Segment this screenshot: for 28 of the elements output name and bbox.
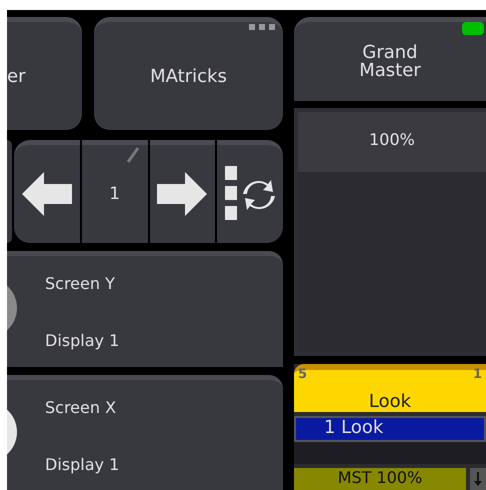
executor-number: 5 [298, 367, 308, 382]
list-refresh-icon [225, 166, 276, 222]
arrow-right-icon [157, 172, 208, 216]
page-number-button[interactable]: 1 [82, 140, 148, 244]
arrow-left-icon [22, 172, 72, 216]
encoder-panel[interactable]: Screen X Display 1 [7, 374, 283, 490]
loop-button[interactable] [217, 140, 283, 244]
view-button[interactable]: er [7, 17, 82, 130]
master-level: MST 100% [294, 468, 466, 490]
fader-value: 100% [369, 130, 415, 152]
page-number: 1 [472, 367, 482, 382]
pencil-icon [126, 145, 140, 163]
fader-panel[interactable]: 100% [294, 108, 486, 356]
grand-master-title: Grand Master [358, 44, 422, 80]
encoder-panel[interactable]: Screen Y Display 1 [7, 251, 283, 367]
encoder-name: Screen Y [45, 274, 116, 294]
down-button[interactable] [470, 468, 486, 490]
encoder-display: Display 1 [45, 331, 120, 350]
previous-page-button[interactable] [14, 140, 80, 244]
cue-row: 1 Look [294, 416, 486, 442]
arrow-down-icon [473, 472, 483, 486]
executor-name: Look [368, 391, 412, 412]
next-page-button[interactable] [150, 140, 216, 244]
grand-master-header[interactable]: Grand Master [294, 17, 486, 102]
view-button[interactable]: MAtricks [94, 17, 283, 130]
encoder-name: Screen X [45, 398, 118, 417]
encoder-display: Display 1 [45, 454, 120, 474]
executor-header[interactable]: 5 1 Look [294, 364, 486, 412]
